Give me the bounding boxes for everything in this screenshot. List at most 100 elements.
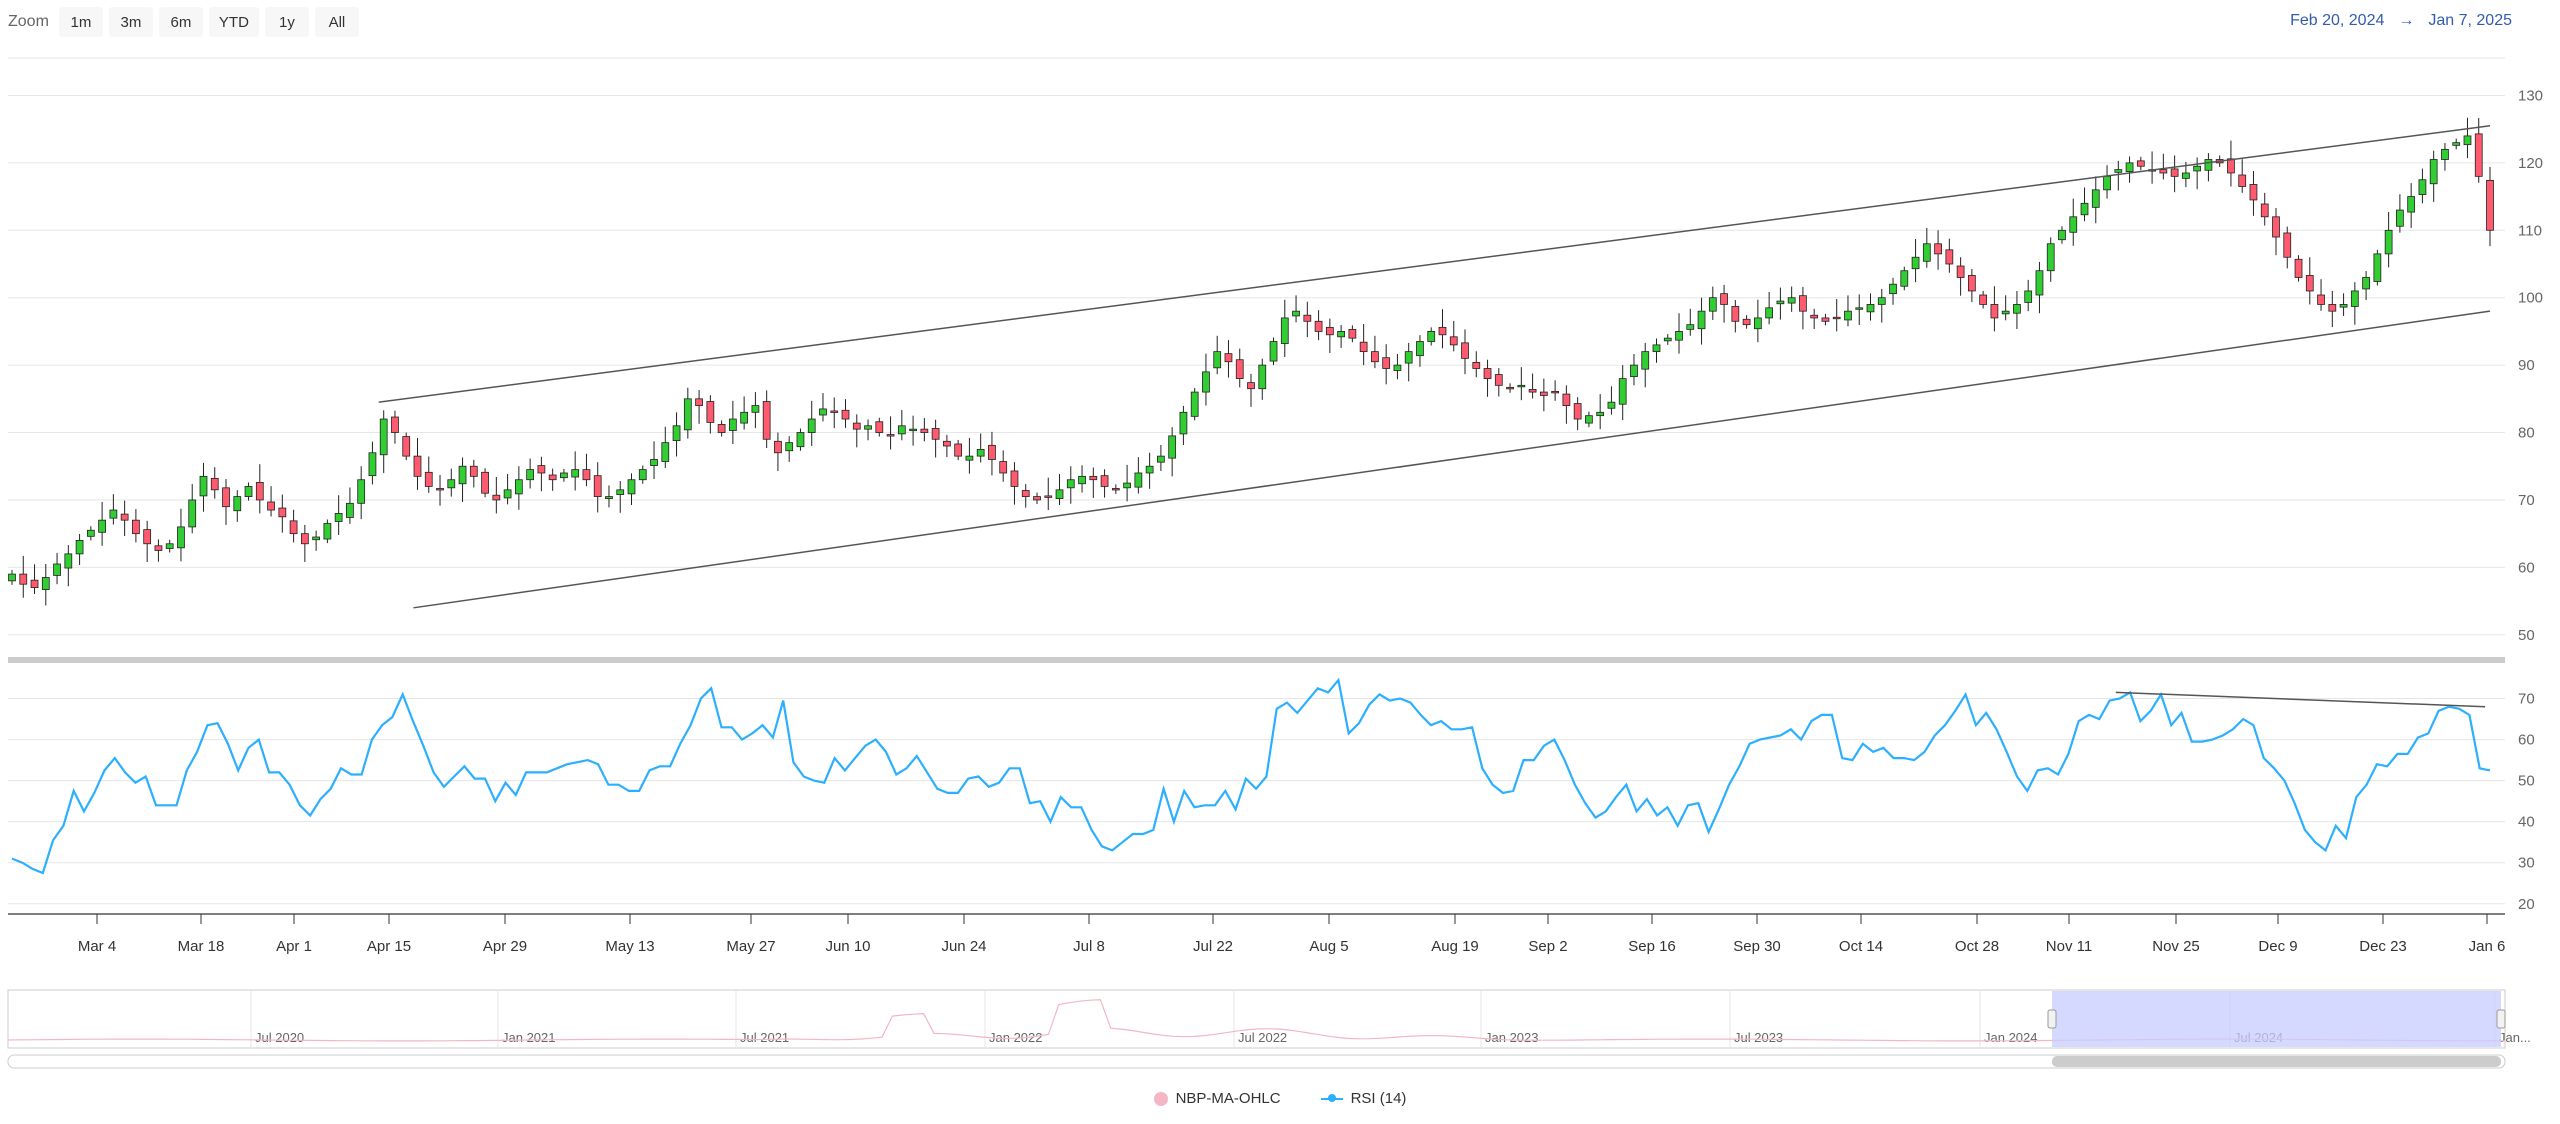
candle-body [1821,317,1830,322]
candle-body [1449,336,1458,346]
x-tick-label: Aug 19 [1431,938,1479,955]
candle-body [796,432,805,448]
navigator-selection[interactable] [2052,991,2501,1047]
navigator-label: Jul 2022 [1238,1030,1287,1045]
candle-body [1325,326,1334,336]
x-tick-label: Sep 16 [1628,938,1676,955]
candle-body [2474,133,2483,177]
scrollbar-thumb[interactable] [2052,1056,2501,1067]
candle-body [1911,256,1920,270]
candle-body [2013,304,2021,314]
candle-body [1539,391,1548,396]
candle-body [1461,342,1469,359]
candle-body [1168,435,1177,459]
candle-body [988,444,996,460]
candle-body [165,543,174,549]
candle-body [1359,341,1368,353]
candle-body [2317,294,2325,305]
candle-body [1303,314,1312,322]
candle-body [1877,297,1886,305]
trendline[interactable] [413,310,2491,609]
candle-body [1258,364,1267,390]
candle-body [1562,393,1571,406]
candle-body [120,513,129,521]
x-tick-label: Jun 24 [941,938,986,955]
x-tick-label: Jul 22 [1193,938,1233,955]
candle-body [1799,295,1807,312]
pane-resizer[interactable] [8,657,2505,663]
price-tick-label: 70 [2518,492,2535,509]
legend-item-ohlc[interactable]: NBP-MA-OHLC [1153,1090,1281,1107]
x-tick-label: Mar 4 [78,938,116,955]
candle-body [1145,465,1154,474]
candle-body [1720,293,1728,305]
candle-body [560,472,568,479]
candle-body [53,563,61,576]
price-tick-label: 50 [2518,627,2535,644]
stock-chart: 50 60 70 80 90 100 110 120 130 20 30 40 50 60 70 Mar 4 M… [7,57,2543,1069]
candle-body [1235,359,1244,379]
candle-body [537,465,546,474]
navigator-handle-left[interactable] [2047,1009,2057,1029]
legend-item-rsi[interactable]: RSI (14) [1320,1090,1406,1107]
navigator-label: Jul 2023 [1734,1030,1783,1045]
candle-body [1922,243,1931,262]
candle-body [2091,189,2100,208]
candle-body [2170,168,2179,177]
navigator-handle-right[interactable] [2496,1009,2506,1029]
rsi-tick-label: 70 [2518,691,2535,708]
x-tick-label: Aug 5 [1309,938,1348,955]
candle-body [1494,374,1503,386]
candle-body [1573,403,1582,420]
x-tick-label: Sep 30 [1733,938,1781,955]
candle-body [289,520,298,535]
candle-body [1776,300,1785,305]
candle-body [267,501,275,511]
candle-body [841,409,850,420]
candle-body [255,482,264,501]
navigator-label: Jan 2024 [1984,1030,2038,1045]
candle-body [1179,411,1188,435]
candle-body [830,410,839,413]
candle-body [627,479,636,495]
trendline[interactable] [2115,691,2486,708]
candle-body [1979,294,1988,305]
candle-body [1055,489,1064,499]
navigator-label: Jul 2021 [740,1030,789,1045]
x-tick-label: Oct 14 [1839,938,1883,955]
candle-body [1956,265,1965,278]
candle-body [1585,415,1593,424]
candle-body [64,553,73,569]
candle-body [334,513,343,522]
price-tick-label: 130 [2518,87,2543,104]
candle-body [2429,159,2438,185]
candle-body [1506,386,1514,390]
candle-body [2204,159,2213,171]
candle-body [2441,148,2449,160]
candle-body [1202,371,1210,393]
x-tick-label: Jan 6 [2469,938,2506,955]
candle-body [616,489,625,495]
candle-body [1337,331,1345,338]
candle-body [1033,496,1041,501]
trendline[interactable] [378,125,2491,403]
candle-body [1371,351,1379,363]
candle-body [2114,169,2123,173]
candle-body [1686,324,1695,330]
candle-body [2362,277,2370,290]
candle-body [1089,475,1098,481]
price-tick-label: 120 [2518,155,2543,172]
candle-body [2227,158,2235,174]
legend-label-ohlc: NBP-MA-OHLC [1175,1090,1281,1107]
candle-body [98,519,106,533]
candle-body [75,539,84,555]
candle-body [1416,341,1424,357]
x-tick-label: Nov 25 [2152,938,2200,955]
candle-body [1528,388,1537,393]
candle-body [2384,229,2393,255]
candle-body [965,455,974,461]
candle-body [391,416,399,433]
candle-body [740,411,749,424]
candle-body [1269,341,1278,362]
candle-body [458,465,467,485]
